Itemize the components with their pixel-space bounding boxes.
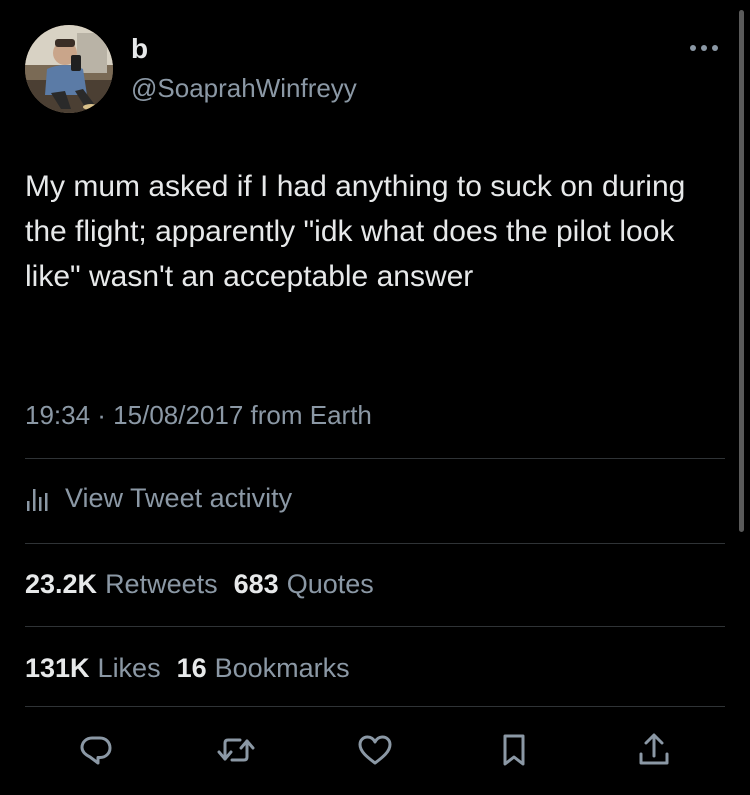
view-tweet-activity-button[interactable]: View Tweet activity <box>25 480 292 516</box>
more-options-button[interactable] <box>684 36 724 60</box>
tweet-text: My mum asked if I had anything to suck o… <box>25 170 686 293</box>
retweet-button[interactable] <box>214 728 258 772</box>
quotes-stat[interactable]: 683 Quotes <box>234 569 374 600</box>
stats-row-retweets: 23.2K Retweets 683 Quotes <box>25 566 390 602</box>
more-horizontal-icon <box>690 45 718 51</box>
share-icon <box>639 733 669 765</box>
bookmark-button[interactable] <box>492 728 536 772</box>
divider <box>25 458 725 459</box>
bookmarks-label: Bookmarks <box>214 652 350 683</box>
heart-icon <box>358 735 392 765</box>
divider <box>25 706 725 707</box>
quotes-count: 683 <box>233 568 279 599</box>
display-name[interactable]: b <box>131 32 148 66</box>
bookmark-icon <box>503 734 525 766</box>
bar-chart-icon <box>27 489 48 511</box>
share-button[interactable] <box>632 728 676 772</box>
view-tweet-activity-label: View Tweet activity <box>65 482 293 513</box>
avatar[interactable] <box>25 25 113 113</box>
retweets-stat[interactable]: 23.2K Retweets <box>25 569 218 600</box>
likes-stat[interactable]: 131K Likes <box>25 653 161 684</box>
stats-row-likes: 131K Likes 16 Bookmarks <box>25 650 366 686</box>
likes-label: Likes <box>97 652 161 683</box>
reply-button[interactable] <box>74 728 118 772</box>
like-button[interactable] <box>353 728 397 772</box>
retweets-count: 23.2K <box>25 568 98 599</box>
scrollbar[interactable] <box>739 10 744 532</box>
divider <box>25 626 725 627</box>
quotes-label: Quotes <box>286 568 374 599</box>
avatar-image <box>25 25 113 113</box>
bookmarks-stat[interactable]: 16 Bookmarks <box>177 653 350 684</box>
bookmarks-count: 16 <box>176 652 207 683</box>
reply-icon <box>80 736 112 765</box>
likes-count: 131K <box>25 652 90 683</box>
divider <box>25 543 725 544</box>
tweet-detail: b @SoaprahWinfreyy My mum asked if I had… <box>0 0 750 795</box>
retweets-label: Retweets <box>105 568 218 599</box>
retweet-icon <box>217 738 255 762</box>
user-handle[interactable]: @SoaprahWinfreyy <box>131 72 357 104</box>
tweet-timestamp[interactable]: 19:34 · 15/08/2017 from Earth <box>25 398 372 432</box>
